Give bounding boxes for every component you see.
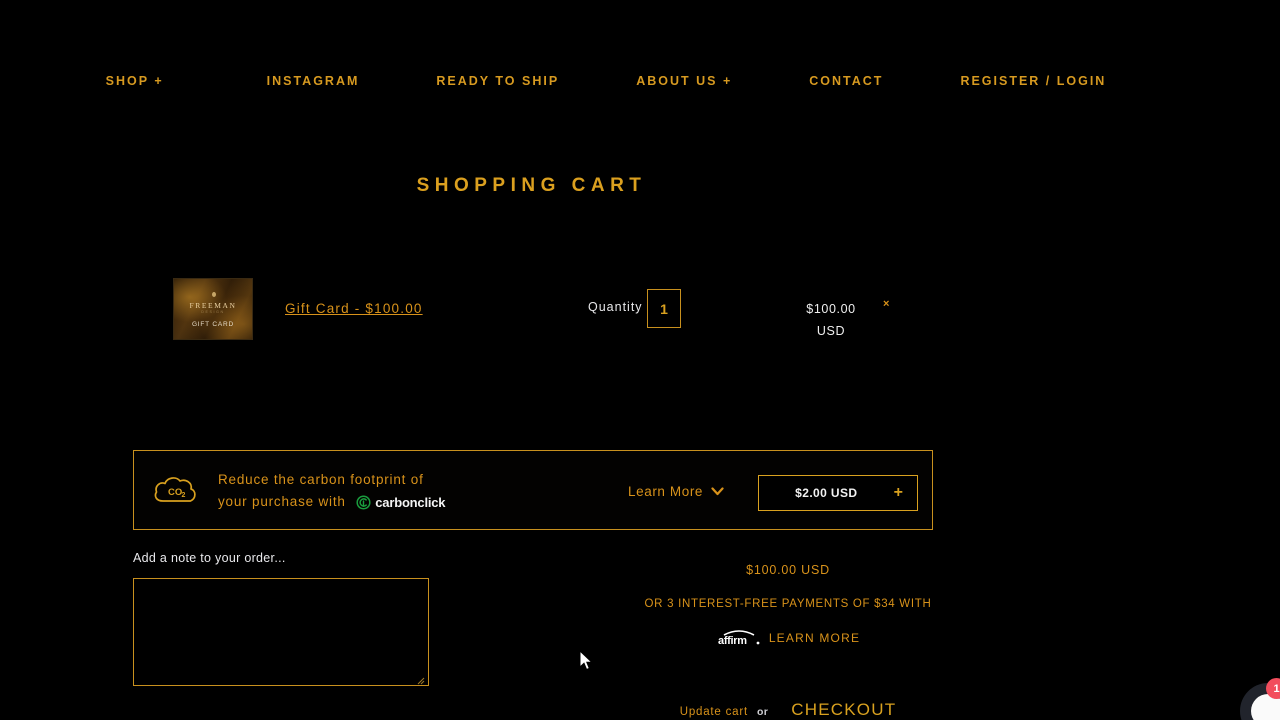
line-item-price: $100.00 USD bbox=[806, 302, 856, 338]
carbonclick-wordmark: carbonclick bbox=[375, 494, 446, 510]
carbon-text-line-2-row: your purchase with carbonclick bbox=[218, 491, 446, 514]
nav-item-register-login[interactable]: REGISTER / LOGIN bbox=[960, 74, 1106, 88]
carbon-banner-text: Reduce the carbon footprint of your purc… bbox=[218, 469, 446, 514]
plus-icon: + bbox=[893, 484, 903, 501]
carbon-learn-more-label: Learn More bbox=[628, 484, 704, 499]
carbon-offset-banner: CO 2 Reduce the carbon footprint of your… bbox=[133, 450, 933, 530]
chat-widget-button[interactable]: 1 bbox=[1240, 678, 1280, 720]
add-carbon-offset-button[interactable]: $2.00 USD + bbox=[758, 475, 918, 511]
quantity-input[interactable] bbox=[647, 289, 681, 328]
affirm-learn-more-row: affirm LEARN MORE bbox=[640, 630, 936, 646]
svg-text:2: 2 bbox=[182, 492, 186, 499]
nav-item-shop[interactable]: SHOP + bbox=[106, 74, 164, 88]
carbon-text-line-1: Reduce the carbon footprint of bbox=[218, 472, 424, 487]
page-title: SHOPPING CART bbox=[416, 175, 647, 196]
actions-separator: or bbox=[756, 706, 769, 718]
nav-item-contact[interactable]: CONTACT bbox=[809, 74, 883, 88]
thumbnail-brand: FREEMAN bbox=[189, 301, 237, 310]
nav-item-about-us[interactable]: ABOUT US + bbox=[636, 74, 732, 88]
co2-cloud-icon: CO 2 bbox=[151, 467, 199, 511]
affirm-installment-text: OR 3 INTEREST-FREE PAYMENTS OF $34 WITH bbox=[644, 598, 932, 610]
svg-text:CO: CO bbox=[168, 487, 182, 498]
carbon-learn-more-toggle[interactable]: Learn More bbox=[628, 484, 724, 499]
product-title-link[interactable]: Gift Card - $100.00 bbox=[285, 301, 423, 316]
affirm-logo: affirm bbox=[716, 630, 762, 646]
cart-line-item: FREEMAN DESIGN GIFT CARD Gift Card - $10… bbox=[0, 278, 1063, 348]
update-cart-button[interactable]: Update cart bbox=[680, 706, 748, 718]
main-navigation: SHOP + INSTAGRAM READY TO SHIP ABOUT US … bbox=[0, 74, 1280, 88]
order-note-label: Add a note to your order... bbox=[133, 551, 286, 565]
carbon-offset-price: $2.00 USD bbox=[795, 486, 858, 500]
product-thumbnail[interactable]: FREEMAN DESIGN GIFT CARD bbox=[173, 278, 253, 340]
cart-actions: Update cart or CHECKOUT bbox=[640, 700, 936, 720]
chat-unread-badge: 1 bbox=[1266, 678, 1280, 699]
carbon-text-line-2: your purchase with bbox=[218, 494, 346, 509]
mouse-cursor bbox=[579, 649, 594, 677]
thumbnail-emblem-icon bbox=[212, 292, 216, 297]
quantity-label: Quantity bbox=[588, 300, 643, 314]
chevron-down-icon bbox=[711, 484, 724, 499]
shopping-cart-page: SHOP + INSTAGRAM READY TO SHIP ABOUT US … bbox=[0, 0, 1280, 720]
order-note-input[interactable] bbox=[133, 578, 429, 686]
thumbnail-subtitle: DESIGN bbox=[201, 310, 225, 314]
checkout-button[interactable]: CHECKOUT bbox=[791, 700, 896, 720]
carbonclick-mark-icon bbox=[356, 495, 371, 510]
svg-text:affirm: affirm bbox=[718, 635, 747, 646]
cart-subtotal: $100.00 USD bbox=[746, 563, 830, 577]
nav-item-ready-to-ship[interactable]: READY TO SHIP bbox=[436, 74, 559, 88]
affirm-learn-more-link[interactable]: LEARN MORE bbox=[769, 631, 860, 645]
thumbnail-label: GIFT CARD bbox=[191, 321, 235, 328]
carbonclick-logo: carbonclick bbox=[356, 492, 446, 514]
remove-item-button[interactable]: × bbox=[883, 298, 889, 310]
nav-item-instagram[interactable]: INSTAGRAM bbox=[267, 74, 360, 88]
